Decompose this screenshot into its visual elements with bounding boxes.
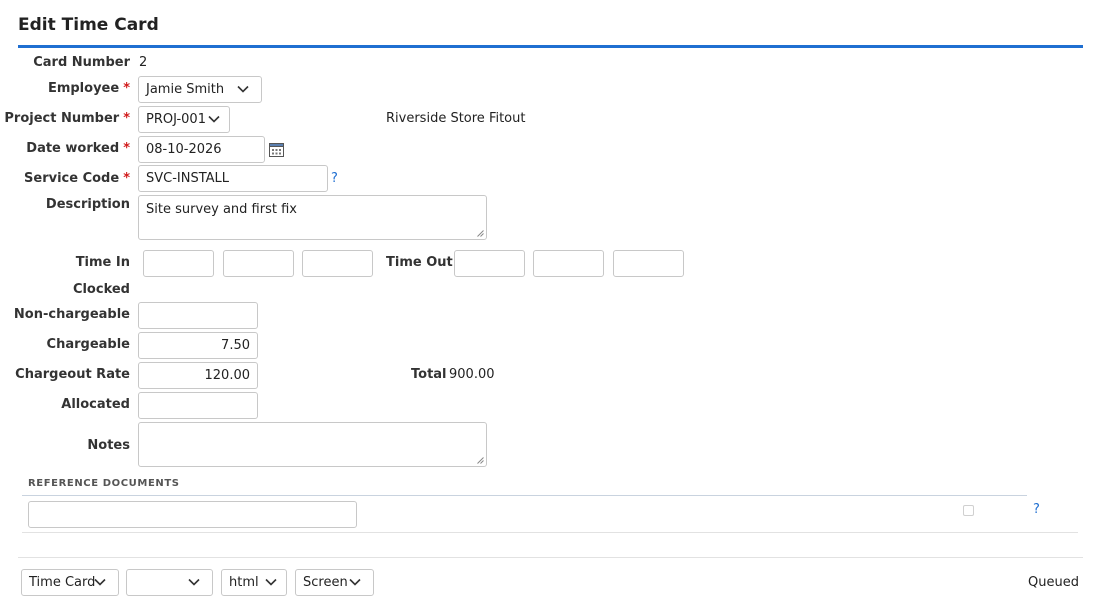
required-marker: * [123,111,130,126]
total-label-text: Total [411,367,447,382]
reference-documents-input[interactable] [28,501,357,528]
reference-documents-checkbox[interactable] [963,505,974,516]
format-select-value: html [229,575,259,590]
time-out-minute-input[interactable] [533,250,604,277]
chargeable-label-text: Chargeable [46,337,130,352]
employee-label: Employee * [48,81,130,96]
card-number-label: Card Number [33,55,130,70]
resize-grip-icon[interactable] [477,457,484,464]
time-in-label: Time In [76,255,130,270]
project-number-select-value: PROJ-001 [146,112,206,127]
calendar-icon[interactable] [269,143,284,157]
media-select[interactable]: Screen [295,569,374,596]
project-number-label: Project Number * [4,111,130,126]
time-in-label-text: Time In [75,255,130,270]
chevron-down-icon [349,578,361,586]
employee-select[interactable]: Jamie Smith [138,76,262,103]
title-divider [18,45,1083,48]
chevron-down-icon [188,578,200,586]
time-out-label-text: Time Out [386,255,453,270]
description-label: Description [46,197,130,212]
time-out-hour-input[interactable] [454,250,525,277]
chevron-down-icon [94,578,106,586]
total-label: Total [411,367,447,382]
non-chargeable-input[interactable] [138,302,258,329]
chargeout-rate-label-text: Chargeout Rate [15,367,130,382]
template-select-value: Time Card [29,575,96,590]
chevron-down-icon [237,85,249,93]
total-value: 900.00 [449,367,495,382]
media-select-value: Screen [303,575,348,590]
card-number-label-text: Card Number [33,55,130,70]
footer-divider [18,557,1083,558]
description-text: Site survey and first fix [146,202,297,217]
chevron-down-icon [265,578,277,586]
reference-documents-divider [22,495,1027,496]
time-in-ampm-input[interactable] [302,250,373,277]
time-in-minute-input[interactable] [223,250,294,277]
service-code-help-link[interactable]: ? [331,171,338,186]
required-marker: * [123,81,130,96]
chargeout-rate-label: Chargeout Rate [15,367,130,382]
chargeout-rate-input[interactable]: 120.00 [138,362,258,389]
required-marker: * [123,171,130,186]
service-code-input[interactable]: SVC-INSTALL [138,165,328,192]
format-select[interactable]: html [221,569,287,596]
clocked-label-text: Clocked [72,282,130,297]
allocated-label-text: Allocated [61,397,130,412]
employee-select-value: Jamie Smith [146,82,225,97]
non-chargeable-label: Non-chargeable [14,307,130,322]
time-out-ampm-input[interactable] [613,250,684,277]
project-name: Riverside Store Fitout [386,111,526,126]
chargeable-label: Chargeable [47,337,130,352]
project-number-select[interactable]: PROJ-001 [138,106,230,133]
service-code-label: Service Code * [24,171,130,186]
reference-documents-bottom-divider [22,532,1078,533]
date-worked-input[interactable]: 08-10-2026 [138,136,265,163]
page-title: Edit Time Card [18,15,159,35]
notes-textarea[interactable] [138,422,487,467]
allocated-label: Allocated [61,397,130,412]
card-number-value: 2 [139,55,148,70]
service-code-label-text: Service Code [24,171,120,186]
date-worked-label-text: Date worked [26,141,120,156]
chevron-down-icon [208,115,220,123]
blank-select[interactable] [126,569,213,596]
employee-label-text: Employee [47,81,120,96]
chargeable-input[interactable]: 7.50 [138,332,258,359]
description-textarea[interactable]: Site survey and first fix [138,195,487,240]
project-number-label-text: Project Number [4,111,120,126]
notes-label-text: Notes [87,438,130,453]
template-select[interactable]: Time Card [21,569,119,596]
reference-documents-heading: REFERENCE DOCUMENTS [28,478,180,489]
resize-grip-icon[interactable] [477,230,484,237]
allocated-input[interactable] [138,392,258,419]
notes-label: Notes [87,438,130,453]
clocked-label: Clocked [73,282,130,297]
non-chargeable-label-text: Non-chargeable [13,307,130,322]
time-in-hour-input[interactable] [143,250,214,277]
queue-status: Queued [1028,575,1079,590]
required-marker: * [123,141,130,156]
time-out-label: Time Out [386,255,453,270]
reference-documents-help-link[interactable]: ? [1033,502,1040,517]
description-label-text: Description [45,197,130,212]
date-worked-label: Date worked * [26,141,130,156]
